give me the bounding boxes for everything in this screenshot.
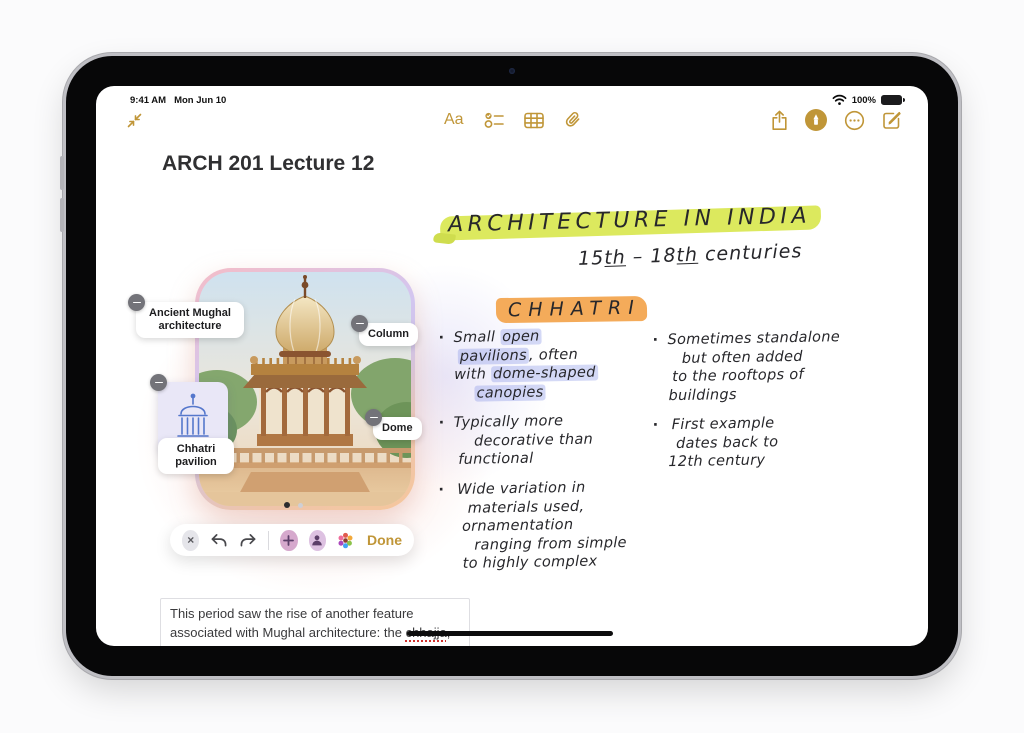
- tag-chhatri-pavilion[interactable]: Chhatri pavilion: [158, 438, 234, 474]
- bullet-typically-decorative: · Typically more decorative than functio…: [438, 413, 594, 468]
- handwritten-right-column: · Sometimes standalone but often added t…: [652, 329, 918, 481]
- checklist-button[interactable]: [484, 111, 504, 129]
- notes-toolbar-right: [771, 109, 902, 131]
- handwritten-subheading: 15th – 18th centuries: [577, 240, 803, 270]
- attachment-icon[interactable]: [559, 107, 586, 134]
- share-button[interactable]: [771, 110, 788, 131]
- status-time: 9:41 AM: [130, 94, 167, 106]
- table-button[interactable]: [523, 112, 544, 129]
- chhatri-sketch-icon: [177, 393, 209, 441]
- note-title[interactable]: ARCH 201 Lecture 12: [162, 152, 374, 176]
- pencil-button[interactable]: [805, 109, 827, 131]
- status-time-date: 9:41 AM Mon Jun 10: [130, 95, 234, 106]
- home-indicator[interactable]: [407, 631, 613, 636]
- remove-tag-mughal-button[interactable]: [128, 294, 145, 311]
- handwritten-heading: ARCHITECTURE IN INDIA: [439, 203, 822, 241]
- handwritten-left-column: · Small open pavilions, often with dome-…: [438, 327, 684, 582]
- page-dot-active[interactable]: [284, 502, 290, 508]
- wifi-icon: [832, 94, 847, 106]
- handwritten-section-title: CHHATRI: [495, 296, 648, 324]
- playground-button[interactable]: [337, 532, 354, 549]
- volume-down-button[interactable]: [60, 198, 64, 232]
- flower-icon: [338, 532, 353, 548]
- add-element-button[interactable]: [280, 529, 298, 551]
- bullet-first-example: · First example dates back to 12th centu…: [652, 415, 779, 471]
- collapse-button[interactable]: [126, 112, 143, 129]
- remove-sticker-chhatri-button[interactable]: [150, 374, 167, 391]
- status-bar: 9:41 AM Mon Jun 10 100%: [96, 93, 928, 107]
- tag-ancient-mughal[interactable]: Ancient Mughal architecture: [136, 302, 244, 338]
- ipad-device: 9:41 AM Mon Jun 10 100% Aa ARCH 201 Lect…: [60, 56, 958, 676]
- bullet-small-open-pavilions: · Small open pavilions, often with dome-…: [438, 328, 598, 402]
- battery-percent: 100%: [851, 94, 876, 106]
- notes-toolbar-center: Aa: [444, 110, 582, 130]
- undo-button[interactable]: [210, 533, 228, 548]
- tag-column[interactable]: Column: [359, 323, 418, 346]
- toolbar-divider: [268, 530, 270, 550]
- bullet-sometimes-standalone: · Sometimes standalone but often added t…: [652, 329, 841, 404]
- more-button[interactable]: [844, 110, 865, 131]
- status-date: Mon Jun 10: [174, 94, 227, 106]
- notes-app-screen: 9:41 AM Mon Jun 10 100% Aa ARCH 201 Lect…: [96, 86, 928, 646]
- format-button[interactable]: Aa: [444, 111, 464, 129]
- compose-button[interactable]: [882, 110, 902, 130]
- page-dots[interactable]: [284, 502, 303, 508]
- people-button[interactable]: [308, 529, 326, 551]
- volume-up-button[interactable]: [60, 156, 64, 190]
- desktop-background: 9:41 AM Mon Jun 10 100% Aa ARCH 201 Lect…: [0, 0, 1024, 733]
- remove-tag-dome-button[interactable]: [365, 409, 382, 426]
- typed-paragraph[interactable]: This period saw the rise of another feat…: [160, 598, 470, 646]
- close-button[interactable]: ×: [182, 529, 200, 551]
- bullet-wide-variation: · Wide variation in materials used, orna…: [438, 479, 627, 572]
- done-button[interactable]: Done: [367, 532, 402, 548]
- redo-button[interactable]: [239, 533, 257, 548]
- battery-icon: [881, 95, 905, 105]
- section-text: CHHATRI: [507, 296, 642, 322]
- heading-text: ARCHITECTURE IN INDIA: [447, 203, 812, 238]
- image-editor-toolbar: × Done: [170, 524, 414, 556]
- remove-tag-column-button[interactable]: [351, 315, 368, 332]
- page-dot-inactive[interactable]: [298, 502, 303, 508]
- front-camera: [509, 68, 515, 74]
